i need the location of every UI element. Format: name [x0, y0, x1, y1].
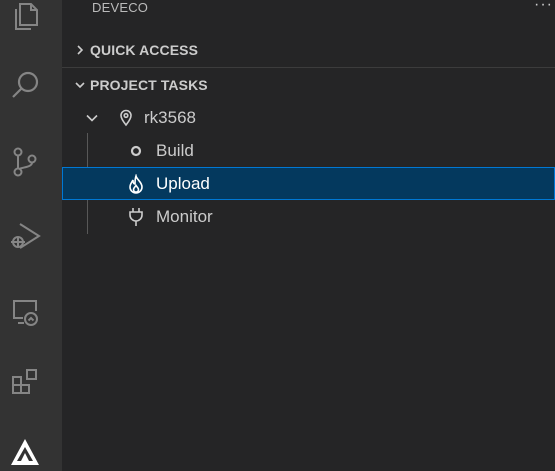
extensions-icon[interactable] — [0, 354, 50, 410]
section-quick-access[interactable]: QUICK ACCESS — [62, 33, 555, 66]
task-label-build: Build — [156, 140, 194, 160]
task-label-monitor: Monitor — [156, 206, 213, 226]
tree-item-monitor[interactable]: Monitor — [62, 200, 555, 233]
circle-icon — [126, 141, 146, 161]
section-label-quick-access: QUICK ACCESS — [90, 41, 199, 58]
plug-icon — [126, 207, 146, 227]
remote-explorer-icon[interactable] — [0, 284, 50, 340]
tree-item-build[interactable]: Build — [62, 134, 555, 167]
location-pin-icon — [116, 108, 136, 128]
run-debug-icon[interactable] — [0, 208, 50, 264]
project-label: rk3568 — [144, 107, 196, 127]
vscode-window: DEVECO ··· QUICK ACCESS PROJECT TASKS rk… — [0, 0, 555, 471]
chevron-down-icon — [82, 111, 102, 125]
search-icon[interactable] — [0, 58, 50, 114]
flame-icon — [126, 173, 146, 194]
section-label-project-tasks: PROJECT TASKS — [90, 76, 208, 93]
task-label-upload: Upload — [156, 173, 210, 193]
activity-bar — [0, 0, 62, 471]
chevron-down-icon — [70, 79, 90, 91]
tree-item-project[interactable]: rk3568 — [62, 101, 555, 134]
view-title: DEVECO — [92, 0, 149, 15]
chevron-right-icon — [70, 44, 90, 56]
tree-item-upload[interactable]: Upload — [62, 167, 555, 200]
section-project-tasks[interactable]: PROJECT TASKS — [62, 67, 555, 101]
deveco-icon[interactable] — [0, 424, 50, 471]
explorer-icon[interactable] — [0, 0, 50, 44]
more-actions-button[interactable]: ··· — [534, 0, 553, 14]
source-control-icon[interactable] — [0, 134, 50, 190]
sidebar: DEVECO ··· QUICK ACCESS PROJECT TASKS rk… — [62, 0, 555, 471]
